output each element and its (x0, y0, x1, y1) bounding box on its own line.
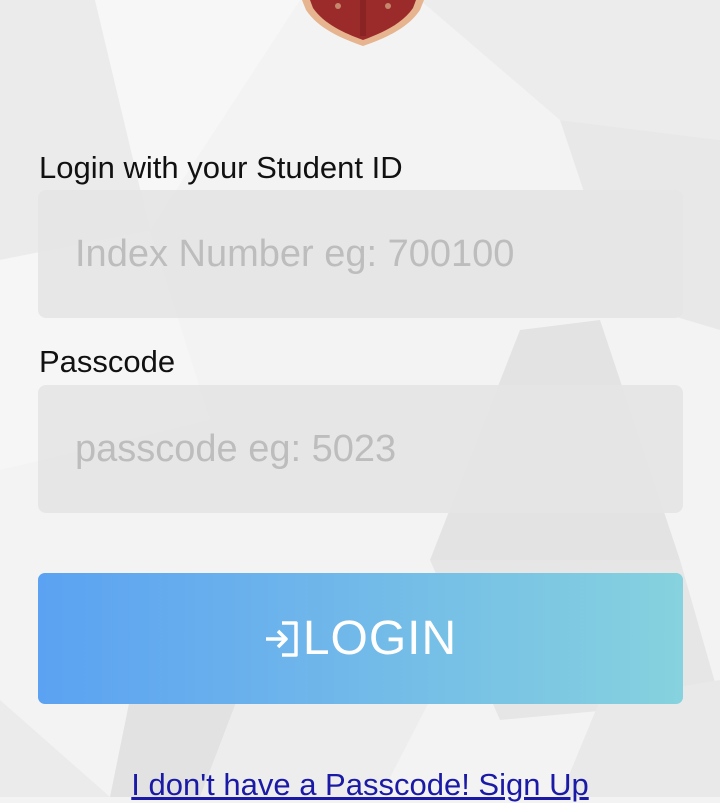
passcode-field[interactable] (38, 385, 683, 513)
login-button-label: LOGIN (302, 612, 458, 665)
student-id-input[interactable] (38, 190, 683, 318)
sign-in-icon (265, 620, 298, 657)
passcode-label: Passcode (39, 344, 176, 379)
school-crest-icon (302, 0, 424, 46)
signup-link[interactable]: I don't have a Passcode! Sign Up (0, 767, 720, 803)
login-button[interactable]: LOGIN (38, 573, 683, 704)
student-id-label: Login with your Student ID (39, 150, 403, 185)
student-id-field[interactable] (38, 190, 683, 318)
passcode-input[interactable] (38, 385, 683, 513)
